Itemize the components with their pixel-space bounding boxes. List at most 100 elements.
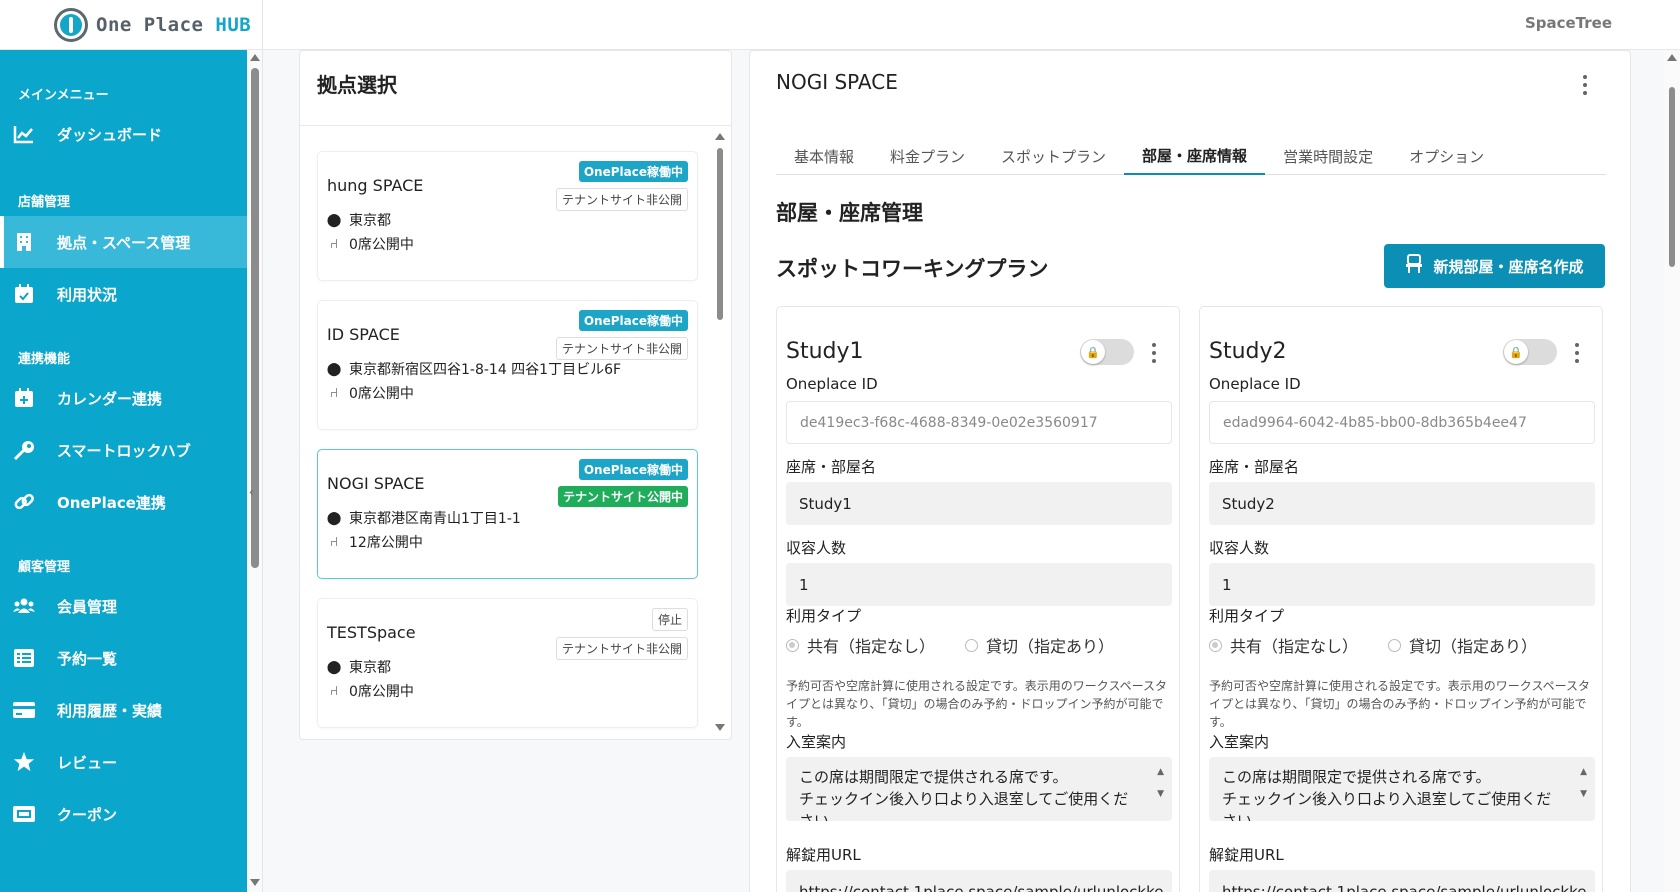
base-location: 東京都港区南青山1丁目1-1 [349,511,521,527]
link-icon [13,491,35,513]
sidebar-item-members[interactable]: 会員管理 [0,580,247,632]
entry-guide-textarea[interactable]: この席は期間限定で提供される席です。 チェックイン後入り口より入退室してご使用く… [1209,757,1595,821]
usage-type-radio-group: 共有（指定なし） 貸切（指定あり） [1209,633,1567,657]
base-seats: 0席公開中 [349,684,414,700]
unlock-url-input[interactable]: https://contact.1place.space/sample/urlu… [1209,870,1595,892]
tab-hours[interactable]: 営業時間設定 [1265,137,1391,175]
tenant-badge: テナントサイト非公開 [555,337,688,360]
sidebar-item-reviews[interactable]: レビュー [0,736,247,788]
seat-name-input[interactable]: Study2 [1209,482,1595,525]
sidebar-item-oneplace[interactable]: OnePlace連携 [0,476,247,528]
more-vertical-icon[interactable] [1582,75,1588,95]
radio-private[interactable] [965,638,979,652]
sidebar-item-reservations[interactable]: 予約一覧 [0,632,247,684]
field-label: 利用タイプ [786,607,862,625]
oneplace-id-field[interactable]: de419ec3-f68c-4688-8349-0e02e3560917 [786,401,1172,444]
base-list-scrollbar[interactable] [715,131,725,733]
sidebar-scrollbar[interactable] [247,50,263,892]
base-select-panel: 拠点選択 hung SPACE OnePlace稼働中 テナントサイト非公開 ⬤… [299,50,732,740]
base-location: 東京都 [349,213,391,229]
page-scrollbar[interactable] [1664,50,1680,892]
lock-toggle[interactable]: 🔒 [1503,339,1557,365]
base-card[interactable]: ID SPACE OnePlace稼働中 テナントサイト非公開 ⬤ 東京都新宿区四… [317,300,698,430]
field-label: Oneplace ID [786,375,878,393]
scroll-up-icon[interactable] [1667,54,1677,61]
sidebar-item-coupons[interactable]: クーポン [0,788,247,840]
base-location: 東京都新宿区四谷1-8-14 四谷1丁目ビル6F [349,362,622,378]
chevron-left-icon[interactable]: ‹ [249,485,254,499]
chair-icon [1405,254,1423,278]
base-card[interactable]: hung SPACE OnePlace稼働中 テナントサイト非公開 ⬤ 東京都 ⑁… [317,151,698,281]
tab-room-seat[interactable]: 部屋・座席情報 [1124,137,1266,175]
field-label: 収容人数 [1209,539,1270,557]
usage-type-radio-group: 共有（指定なし） 貸切（指定あり） [786,633,1144,657]
tenant-badge: テナントサイト公開中 [557,486,688,507]
base-seats: 12席公開中 [349,535,423,551]
sidebar-item-smartlock[interactable]: スマートロックハブ [0,424,247,476]
room-card: Study1 🔒 Oneplace ID de419ec3-f68c-4688-… [776,306,1180,892]
help-text: 予約可否や空席計算に使用される設定です。表示用のワークスペースタイプとは異なり、… [786,679,1168,729]
base-card[interactable]: TESTSpace 停止 テナントサイト非公開 ⬤ 東京都 ⑁ 0席公開中 [317,598,698,728]
capacity-input[interactable]: 1 [1209,563,1595,606]
sidebar-item-dashboard[interactable]: ダッシュボード [0,108,247,160]
base-name: TESTSpace [327,623,416,642]
map-pin-icon: ⬤ [326,659,342,675]
star-icon [13,751,35,773]
tab-basic-info[interactable]: 基本情報 [776,137,872,175]
more-vertical-icon[interactable] [1151,343,1157,363]
base-card-selected[interactable]: NOGI SPACE OnePlace稼働中 テナントサイト公開中 ⬤ 東京都港区… [317,449,698,579]
user-name[interactable]: SpaceTree [1525,14,1612,32]
field-label: Oneplace ID [1209,375,1301,393]
tab-options[interactable]: オプション [1391,137,1502,175]
credit-card-icon [13,699,35,721]
create-room-button[interactable]: 新規部屋・座席名作成 [1384,244,1605,288]
logo[interactable]: One Place HUB [0,0,263,50]
scroll-thumb[interactable] [717,148,723,320]
sidebar-section-customer: 顧客管理 [18,560,71,575]
tab-bar: 基本情報 料金プラン スポットプラン 部屋・座席情報 営業時間設定 オプション [776,137,1606,175]
radio-shared[interactable] [1209,638,1222,652]
sidebar-item-usage[interactable]: 利用状況 [0,268,247,320]
more-vertical-icon[interactable] [1574,343,1580,363]
space-title: NOGI SPACE [776,70,898,94]
plan-title: スポットコワーキングプラン [776,257,1049,281]
list-icon [13,647,35,669]
space-detail-panel: NOGI SPACE 基本情報 料金プラン スポットプラン 部屋・座席情報 営業… [749,50,1631,892]
oneplace-id-field[interactable]: edad9964-6042-4b85-bb00-8db365b4ee47 [1209,401,1595,444]
field-label: 入室案内 [786,733,847,751]
tab-spot-plan[interactable]: スポットプラン [983,137,1124,175]
scroll-up-icon[interactable] [250,54,260,61]
status-badge: OnePlace稼働中 [578,310,688,331]
map-pin-icon: ⬤ [326,212,342,228]
section-title: 部屋・座席管理 [776,201,923,225]
lock-icon: 🔒 [1504,340,1528,364]
radio-private[interactable] [1388,638,1402,652]
sidebar-item-spaces[interactable]: 拠点・スペース管理 [0,216,247,268]
entry-guide-textarea[interactable]: この席は期間限定で提供される席です。 チェックイン後入り口より入退室してご使用く… [786,757,1172,821]
tab-pricing[interactable]: 料金プラン [872,137,983,175]
ticket-icon [13,803,35,825]
chart-line-icon [13,123,35,145]
scroll-down-icon[interactable] [715,724,725,731]
scroll-thumb[interactable] [1669,87,1675,267]
tenant-badge: テナントサイト非公開 [555,637,688,660]
seat-name-input[interactable]: Study1 [786,482,1172,525]
panel-title: 拠点選択 [317,73,397,97]
lock-toggle[interactable]: 🔒 [1080,339,1134,365]
sidebar-item-history[interactable]: 利用履歴・実績 [0,684,247,736]
room-name: Study1 [786,339,864,364]
scroll-up-icon[interactable] [715,133,725,140]
chair-icon: ⑁ [330,385,338,401]
chair-icon: ⑁ [330,683,338,699]
sidebar: メインメニュー ダッシュボード 店舗管理 拠点・スペース管理 利用状況 連携機能… [0,50,247,892]
scroll-down-icon[interactable] [250,879,260,886]
radio-shared[interactable] [786,638,799,652]
unlock-url-input[interactable]: https://contact.1place.space/sample/urlu… [786,870,1172,892]
field-label: 解錠用URL [1209,846,1284,864]
capacity-input[interactable]: 1 [786,563,1172,606]
sidebar-item-calendar[interactable]: カレンダー連携 [0,372,247,424]
base-seats: 0席公開中 [349,237,414,253]
field-label: 収容人数 [786,539,847,557]
field-label: 入室案内 [1209,733,1270,751]
status-badge: 停止 [651,608,688,631]
